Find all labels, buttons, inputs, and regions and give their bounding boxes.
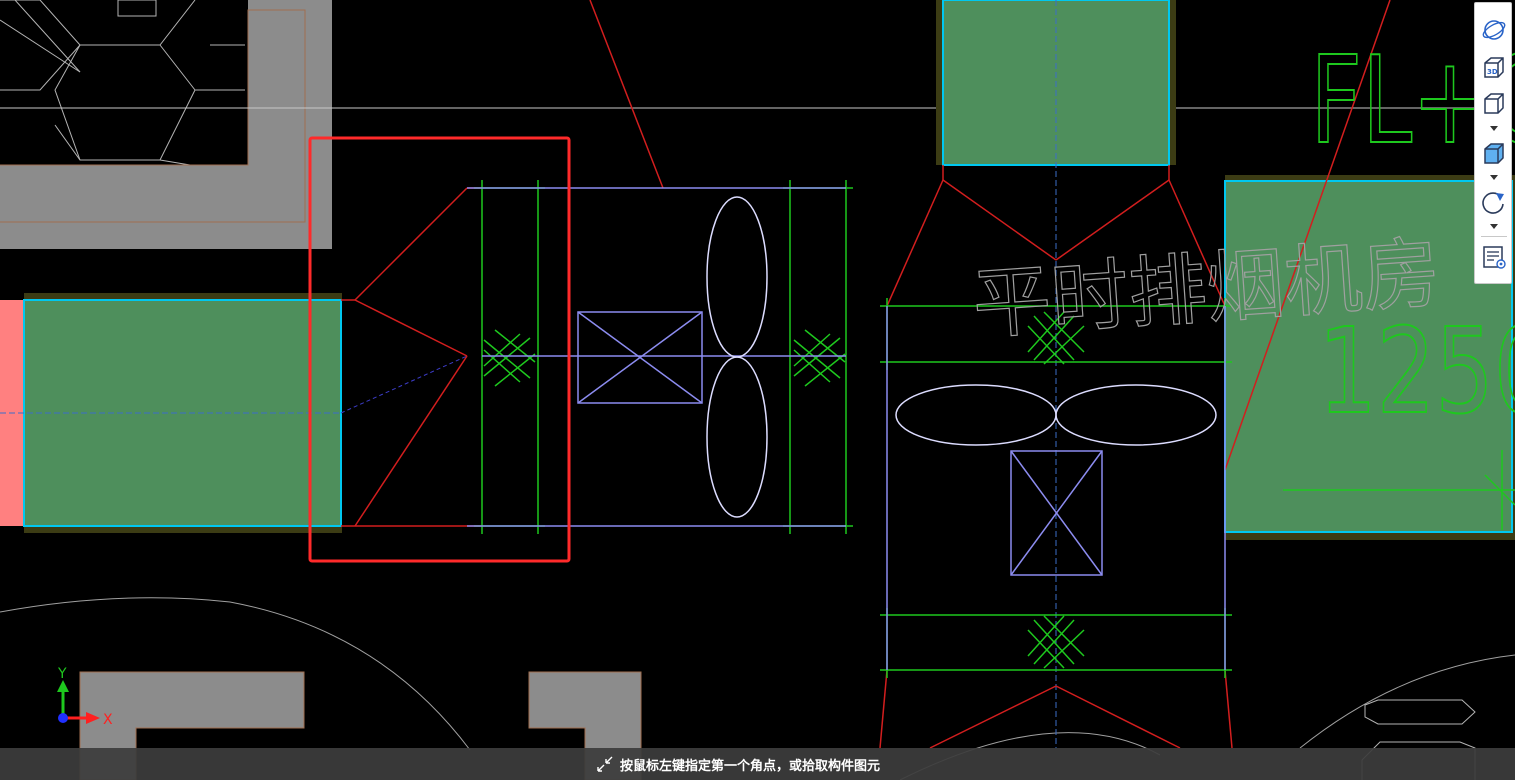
view-cube-icon[interactable] <box>1479 89 1509 119</box>
rotate-dropdown-icon[interactable] <box>1489 223 1499 231</box>
selection-rectangle[interactable] <box>308 136 571 563</box>
arc-outline-bottom-right <box>1299 654 1515 749</box>
floor-hatch-pattern <box>0 0 245 166</box>
fan-flanges-left <box>474 180 853 534</box>
properties-panel-icon[interactable] <box>1479 242 1509 272</box>
shaded-view-dropdown-icon[interactable] <box>1489 174 1499 182</box>
axis-y-label: Y <box>57 666 67 682</box>
status-text: 按鼠标左键指定第一个角点，或拾取构件图元 <box>620 758 881 774</box>
toolbar-separator <box>1481 236 1507 237</box>
drawing-canvas[interactable]: 平时排烟机房 FL+C 1250X Y X <box>0 0 1515 780</box>
duct-transition-reducer[interactable] <box>341 0 664 527</box>
rotate-icon[interactable] <box>1479 187 1509 217</box>
status-message: 按鼠标左键指定第一个角点，或拾取构件图元 <box>596 754 880 774</box>
svg-text:3D: 3D <box>1487 68 1498 76</box>
shaded-view-icon[interactable] <box>1479 139 1509 169</box>
view-cube-dropdown-icon[interactable] <box>1489 125 1499 133</box>
view-toolbar: 3D <box>1474 2 1512 284</box>
command-status-bar: 按鼠标左键指定第一个角点，或拾取构件图元 <box>0 748 1515 780</box>
pick-corner-icon <box>596 755 614 773</box>
3d-view-icon[interactable]: 3D <box>1479 53 1509 83</box>
exhaust-fan-unit-left[interactable] <box>467 187 846 527</box>
axis-x-label: X <box>103 712 113 728</box>
duct-size-label: 1250X <box>1318 303 1515 440</box>
orbit-icon[interactable] <box>1479 15 1509 45</box>
